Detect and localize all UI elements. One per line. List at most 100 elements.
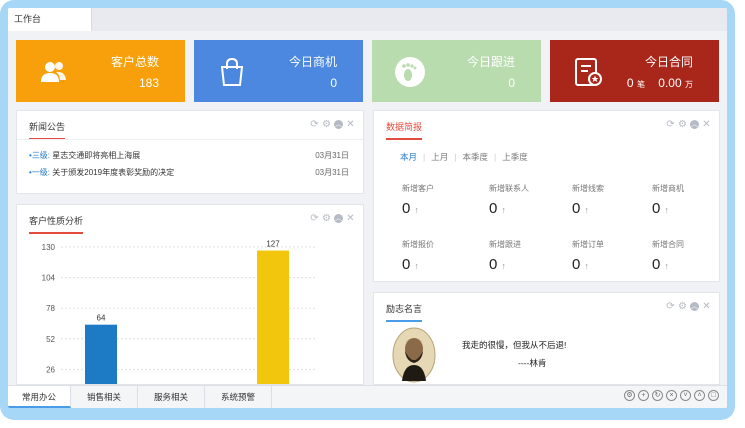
close-icon[interactable]: ✕	[346, 120, 355, 130]
tab-system-alerts[interactable]: 系统预警	[205, 386, 272, 408]
stat-title: 今日商机	[288, 55, 337, 69]
news-panel: 新闻公告 ⟳ ⚙ ︿ ✕ •三级: 星志交通即将亮相上海展 03月31日 •一级…	[16, 110, 364, 194]
gear-icon[interactable]: ⚙	[678, 302, 687, 312]
refresh-icon[interactable]: ⟳	[666, 120, 675, 130]
stat-value-group: 0 笔 0.00 万	[627, 76, 693, 90]
divider	[17, 139, 363, 140]
kpi-new-opportunities[interactable]: 新增商机 0 ↑	[652, 183, 727, 217]
users-icon	[41, 62, 66, 82]
stat-card-opportunities[interactable]: 今日商机 0	[194, 40, 363, 102]
arrow-up-icon: ↑	[414, 205, 419, 215]
close-icon[interactable]: ×	[666, 390, 677, 401]
collapse-icon[interactable]: ︿	[334, 120, 343, 129]
quote-text: 我走的很慢，但我从不后退!	[462, 340, 567, 350]
device-frame: 工作台 客户总数 183 今日商机 0 今日跟进 0 今日合同 0 笔 0.00…	[0, 0, 735, 420]
chevron-up-icon[interactable]: ˄	[694, 390, 705, 401]
stat-card-contracts[interactable]: 今日合同 0 笔 0.00 万	[550, 40, 719, 102]
gear-icon[interactable]: ⚙	[322, 214, 331, 224]
news-text: 星志交通即将亮相上海展	[52, 151, 141, 160]
amount-unit: 万	[685, 80, 693, 89]
stat-title: 今日合同	[644, 55, 693, 69]
add-icon[interactable]: +	[638, 390, 649, 401]
kpi-label: 新增订单	[572, 240, 604, 249]
kpi-value: 0	[489, 256, 498, 273]
kpi-label: 新增跟进	[489, 240, 521, 249]
footprint-icon	[395, 57, 425, 87]
kpi-value: 0	[402, 200, 411, 217]
arrow-up-icon: ↑	[664, 261, 669, 271]
news-item[interactable]: •三级: 星志交通即将亮相上海展 03月31日	[29, 150, 349, 164]
tab-service[interactable]: 服务相关	[138, 386, 205, 408]
tab-common-office[interactable]: 常用办公	[8, 386, 71, 408]
arrow-up-icon: ↑	[501, 261, 506, 271]
kpi-value: 0	[489, 200, 498, 217]
motto-title: 励志名言	[386, 302, 423, 322]
kpi-new-customers[interactable]: 新增客户 0 ↑	[402, 183, 482, 217]
collapse-icon[interactable]: ︿	[690, 120, 699, 129]
y-tick-label: 52	[46, 335, 55, 344]
tab-workbench[interactable]: 工作台	[8, 8, 92, 31]
close-icon[interactable]: ✕	[346, 214, 355, 224]
arrow-up-icon: ↑	[584, 205, 589, 215]
stat-title: 客户总数	[110, 55, 159, 69]
news-item[interactable]: •一级: 关于颁发2019年度表彰奖励的决定 03月31日	[29, 167, 349, 181]
lincoln-portrait	[392, 327, 436, 383]
news-date: 03月31日	[315, 168, 349, 177]
stat-title: 今日跟进	[466, 55, 515, 69]
kpi-value: 0	[572, 200, 581, 217]
tab-this-month[interactable]: 本月	[400, 151, 423, 163]
motto-panel: 励志名言 ⟳ ⚙ ︿ ✕ 我走的很慢，但我从不后退! ----林肯	[373, 292, 720, 385]
customer-analysis-panel: 客户性质分析 ⟳ ⚙ ︿ ✕ 265278104130643127	[16, 204, 364, 385]
fullscreen-icon[interactable]: □	[708, 390, 719, 401]
bar	[257, 250, 289, 384]
bottom-tools: ⚙ + ↻ × ˅ ˄ □	[624, 390, 719, 401]
contract-icon	[575, 58, 602, 86]
collapse-icon[interactable]: ︿	[334, 214, 343, 223]
kpi-new-leads[interactable]: 新增线索 0 ↑	[572, 183, 652, 217]
kpi-new-quotes[interactable]: 新增报价 0 ↑	[402, 239, 482, 273]
news-text: 关于颁发2019年度表彰奖励的决定	[52, 168, 175, 177]
y-tick-label: 26	[46, 365, 55, 374]
shopping-bag-icon	[220, 57, 244, 86]
kpi-new-orders[interactable]: 新增订单 0 ↑	[572, 239, 652, 273]
tab-sales[interactable]: 销售相关	[71, 386, 138, 408]
collapse-icon[interactable]: ︿	[690, 302, 699, 311]
kpi-new-followups[interactable]: 新增跟进 0 ↑	[489, 239, 569, 273]
stat-value: 0	[508, 76, 515, 90]
bar-value-label: 127	[266, 240, 280, 249]
close-icon[interactable]: ✕	[702, 302, 711, 312]
stat-card-customers[interactable]: 客户总数 183	[16, 40, 185, 102]
quote-block: 我走的很慢，但我从不后退! ----林肯	[462, 339, 566, 369]
close-icon[interactable]: ✕	[702, 120, 711, 130]
kpi-label: 新增报价	[402, 240, 434, 249]
data-brief-title: 数据简报	[386, 120, 423, 140]
contract-amount: 0.00	[658, 76, 682, 90]
kpi-label: 新增合同	[652, 240, 684, 249]
tab-this-quarter[interactable]: 本季度	[456, 151, 494, 163]
news-level: 一级:	[31, 168, 51, 177]
refresh-icon[interactable]: ⟳	[310, 120, 319, 130]
bar-value-label: 64	[97, 314, 106, 323]
arrow-up-icon: ↑	[414, 261, 419, 271]
settings-icon[interactable]: ⚙	[624, 390, 635, 401]
kpi-label: 新增商机	[652, 184, 684, 193]
customer-analysis-title: 客户性质分析	[29, 214, 84, 234]
kpi-new-contracts[interactable]: 新增合同 0 ↑	[652, 239, 727, 273]
tab-last-quarter[interactable]: 上季度	[496, 151, 534, 163]
panel-tools: ⟳ ⚙ ︿ ✕	[310, 120, 355, 130]
stat-value: 0	[330, 76, 337, 90]
gear-icon[interactable]: ⚙	[678, 120, 687, 130]
gear-icon[interactable]: ⚙	[322, 120, 331, 130]
stat-value: 183	[138, 76, 159, 90]
refresh-icon[interactable]: ↻	[652, 390, 663, 401]
stat-card-followup[interactable]: 今日跟进 0	[372, 40, 541, 102]
news-panel-title: 新闻公告	[29, 120, 66, 140]
kpi-label: 新增线索	[572, 184, 604, 193]
kpi-label: 新增联系人	[489, 184, 529, 193]
refresh-icon[interactable]: ⟳	[310, 214, 319, 224]
refresh-icon[interactable]: ⟳	[666, 302, 675, 312]
arrow-up-icon: ↑	[584, 261, 589, 271]
kpi-new-contacts[interactable]: 新增联系人 0 ↑	[489, 183, 569, 217]
chevron-down-icon[interactable]: ˅	[680, 390, 691, 401]
tab-last-month[interactable]: 上月	[425, 151, 454, 163]
